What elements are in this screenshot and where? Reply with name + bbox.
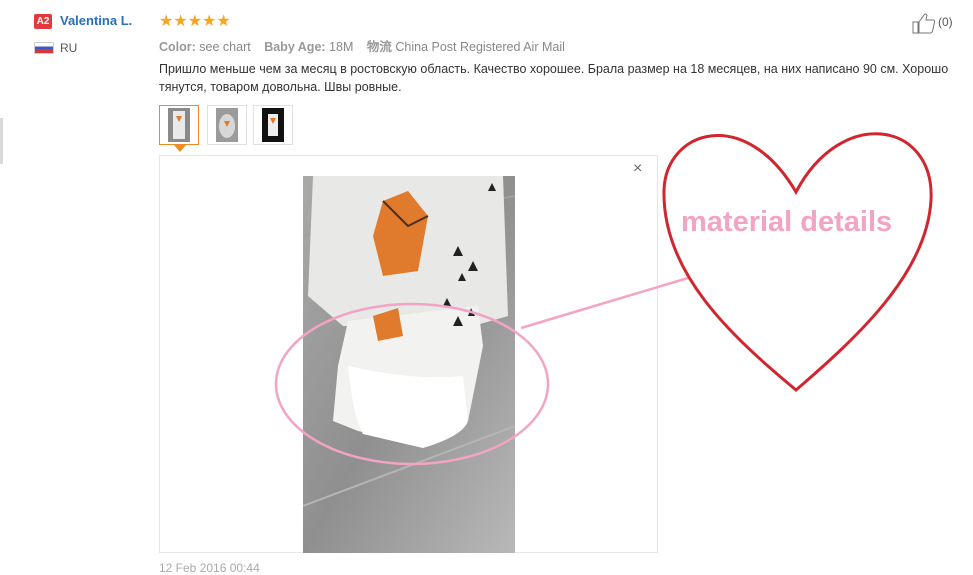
callout-line [520,276,689,330]
annotation-overlay [274,132,933,466]
heart-shape [662,132,933,392]
annotation-label: material details [681,206,893,238]
highlight-ellipse [274,302,550,466]
